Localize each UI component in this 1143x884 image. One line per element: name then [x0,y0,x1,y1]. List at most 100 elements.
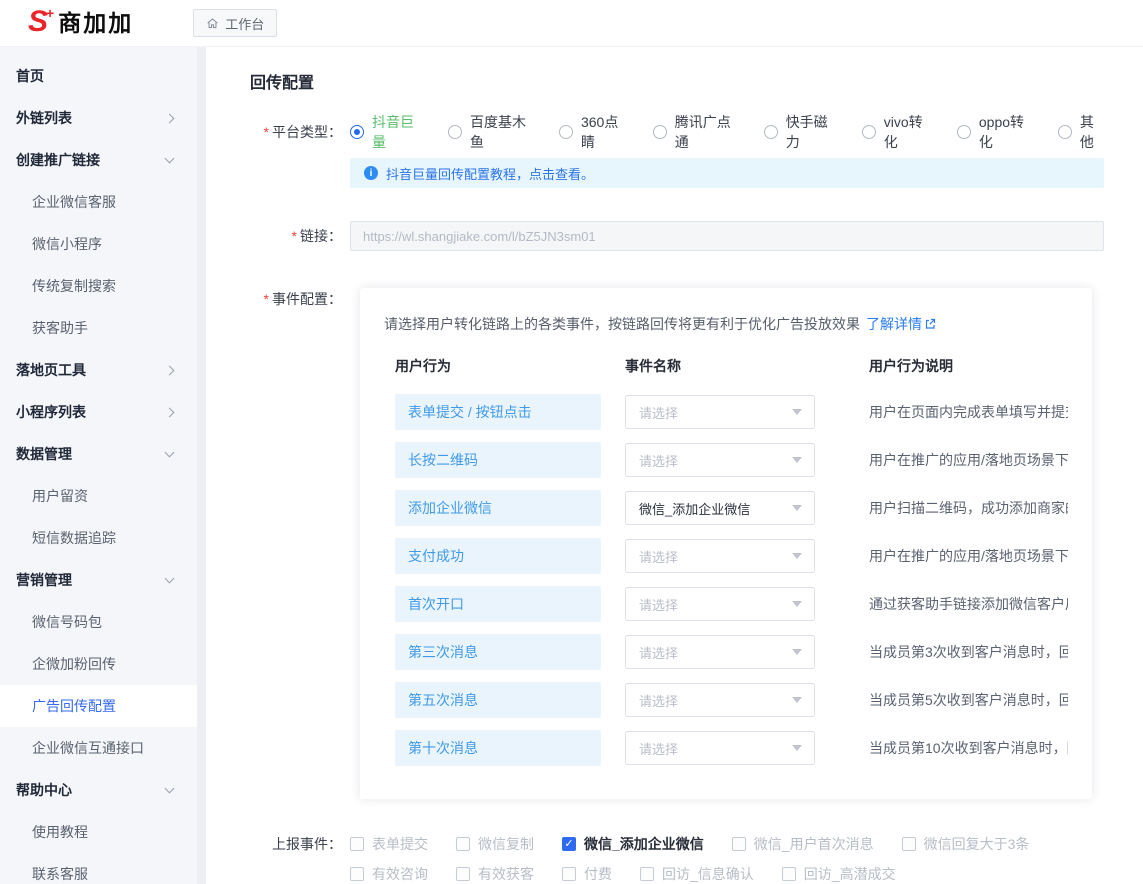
report-checkbox-item[interactable]: 微信_用户首次消息 [732,834,874,854]
radio-selected-icon[interactable] [350,125,364,139]
user-action-description: 当成员第5次收到客户消息时，回调此事... [869,690,1068,710]
event-name-select[interactable]: 请选择 [625,395,815,429]
checkbox-checked-icon[interactable]: ✓ [562,837,576,851]
sidebar-item-0[interactable]: 首页 [0,55,197,97]
report-checkbox-item[interactable]: 付费 [562,864,612,884]
platform-radio-5[interactable]: vivo转化 [862,112,931,152]
radio-icon[interactable] [862,125,876,139]
user-action-chip[interactable]: 长按二维码 [395,442,601,478]
sidebar-item-label: 小程序列表 [16,402,86,422]
user-action-description: 当成员第3次收到客户消息时，回调此事... [869,642,1068,662]
checkbox-icon[interactable] [640,867,654,881]
user-action-chip[interactable]: 首次开口 [395,586,601,622]
radio-icon[interactable] [1058,125,1072,139]
sidebar-item-16[interactable]: 企业微信互通接口 [0,727,197,769]
event-name-select[interactable]: 请选择 [625,587,815,621]
sidebar-item-label: 传统复制搜索 [32,276,116,296]
workspace-tab[interactable]: 工作台 [193,9,277,37]
home-icon [206,17,219,30]
platform-radio-label: 百度基木鱼 [470,112,533,152]
sidebar-item-8[interactable]: 小程序列表 [0,391,197,433]
platform-radio-7[interactable]: 其他 [1058,112,1104,152]
event-name-select[interactable]: 请选择 [625,539,815,573]
report-checkbox-label: 付费 [584,864,612,884]
platform-radio-6[interactable]: oppo转化 [957,112,1032,152]
platform-radio-3[interactable]: 腾讯广点通 [653,112,738,152]
user-action-chip[interactable]: 第三次消息 [395,634,601,670]
link-input[interactable]: https://wl.shangjiake.com/l/bZ5JN3sm01 [350,221,1104,251]
sidebar-item-9[interactable]: 数据管理 [0,433,197,475]
radio-icon[interactable] [448,125,462,139]
event-row-3: 支付成功请选择用户在推广的应用/落地页场景下发生交... [384,538,1068,574]
sidebar-item-6[interactable]: 获客助手 [0,307,197,349]
platform-radio-label: 其他 [1080,112,1104,152]
sidebar-item-2[interactable]: 创建推广链接 [0,139,197,181]
event-name-select[interactable]: 请选择 [625,443,815,477]
platform-radio-1[interactable]: 百度基木鱼 [448,112,533,152]
event-name-select[interactable]: 请选择 [625,683,815,717]
report-checkbox-item[interactable]: 表单提交 [350,834,428,854]
sidebar-item-13[interactable]: 微信号码包 [0,601,197,643]
sidebar-item-18[interactable]: 使用教程 [0,811,197,853]
events-panel: 请选择用户转化链路上的各类事件，按链路回传将更有利于优化广告投放效果了解详情 用… [360,288,1092,799]
learn-more-link[interactable]: 了解详情 [866,316,922,332]
brand-logo[interactable]: S + 商加加 [28,7,133,39]
sidebar-item-3[interactable]: 企业微信客服 [0,181,197,223]
checkbox-icon[interactable] [562,867,576,881]
user-action-chip[interactable]: 支付成功 [395,538,601,574]
sidebar-item-1[interactable]: 外链列表 [0,97,197,139]
checkbox-icon[interactable] [456,837,470,851]
column-header-event: 事件名称 [625,356,869,376]
sidebar-item-11[interactable]: 短信数据追踪 [0,517,197,559]
sidebar-item-label: 企业微信互通接口 [32,738,144,758]
user-action-chip[interactable]: 第十次消息 [395,730,601,766]
sidebar-item-label: 使用教程 [32,822,88,842]
event-name-select[interactable]: 请选择 [625,731,815,765]
user-action-chip[interactable]: 添加企业微信 [395,490,601,526]
checkbox-icon[interactable] [732,837,746,851]
sidebar-item-5[interactable]: 传统复制搜索 [0,265,197,307]
report-checkbox-item[interactable]: 回访_高潜成交 [782,864,896,884]
checkbox-icon[interactable] [782,867,796,881]
event-name-select[interactable]: 微信_添加企业微信 [625,491,815,525]
logo-text: 商加加 [58,7,133,39]
platform-radio-2[interactable]: 360点睛 [559,112,627,152]
sidebar-item-10[interactable]: 用户留资 [0,475,197,517]
external-link-icon [924,318,936,330]
sidebar-item-14[interactable]: 企微加粉回传 [0,643,197,685]
report-checkbox-label: 微信_添加企业微信 [584,834,704,854]
report-checkbox-item[interactable]: 有效咨询 [350,864,428,884]
sidebar-item-4[interactable]: 微信小程序 [0,223,197,265]
checkbox-icon[interactable] [902,837,916,851]
checkbox-icon[interactable] [350,867,364,881]
radio-icon[interactable] [653,125,667,139]
user-action-description: 用户扫描二维码，成功添加商家的企业微信 [869,498,1068,518]
report-checkbox-item[interactable]: 微信复制 [456,834,534,854]
checkbox-icon[interactable] [456,867,470,881]
sidebar-item-12[interactable]: 营销管理 [0,559,197,601]
platform-radio-4[interactable]: 快手磁力 [764,112,836,152]
page-title: 回传配置 [250,69,1104,93]
report-checkbox-item[interactable]: ✓ 微信_添加企业微信 [562,834,704,854]
checkbox-icon[interactable] [350,837,364,851]
sidebar-item-label: 微信小程序 [32,234,102,254]
sidebar-item-19[interactable]: 联系客服 [0,853,197,884]
report-checkbox-item[interactable]: 有效获客 [456,864,534,884]
user-action-chip[interactable]: 第五次消息 [395,682,601,718]
events-tip: 请选择用户转化链路上的各类事件，按链路回传将更有利于优化广告投放效果了解详情 [384,314,1068,334]
radio-icon[interactable] [559,125,573,139]
platform-radio-0[interactable]: 抖音巨量 [350,112,422,152]
column-header-desc: 用户行为说明 [869,356,1068,376]
radio-icon[interactable] [957,125,971,139]
tutorial-banner[interactable]: i 抖音巨量回传配置教程，点击查看。 [350,158,1104,188]
report-checkbox-item[interactable]: 微信回复大于3条 [902,834,1030,854]
sidebar-item-7[interactable]: 落地页工具 [0,349,197,391]
platform-type-row: *平台类型： 抖音巨量百度基木鱼360点睛腾讯广点通快手磁力vivo转化oppo… [250,117,1104,188]
event-name-select[interactable]: 请选择 [625,635,815,669]
tutorial-banner-text[interactable]: 抖音巨量回传配置教程，点击查看。 [386,164,594,183]
sidebar-item-15[interactable]: 广告回传配置 [0,685,197,727]
sidebar-item-17[interactable]: 帮助中心 [0,769,197,811]
report-checkbox-item[interactable]: 回访_信息确认 [640,864,754,884]
user-action-chip[interactable]: 表单提交 / 按钮点击 [395,394,601,430]
radio-icon[interactable] [764,125,778,139]
